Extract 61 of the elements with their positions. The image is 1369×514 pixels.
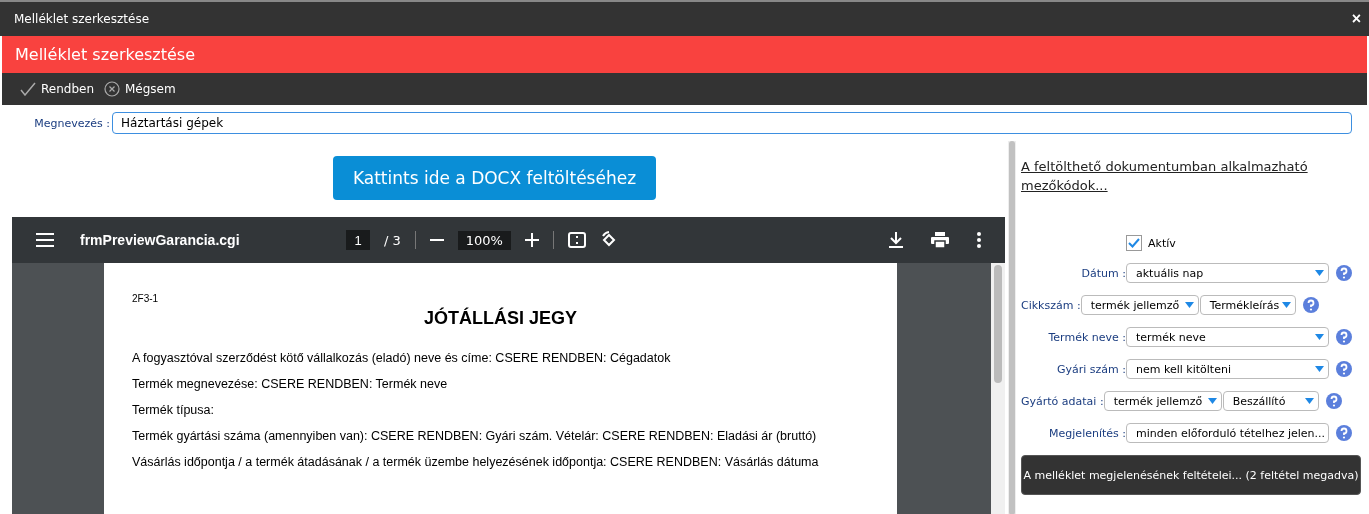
scrollbar-thumb[interactable] [1009,141,1015,514]
dropdown-arrow-icon [1315,334,1324,340]
file-name: frmPreviewGarancia.cgi [80,232,241,248]
conditions-button[interactable]: A melléklet megjelenésének feltételei... (2 feltétel megadva) [1021,455,1361,495]
document-line: Termék típusa: [132,403,215,417]
close-button[interactable]: × [1351,10,1361,28]
download-icon[interactable] [889,232,903,248]
help-icon[interactable] [1336,361,1352,377]
dropdown-arrow-icon [1315,270,1324,276]
menu-icon[interactable] [36,233,54,247]
dropdown[interactable]: Termékleírás [1199,295,1296,315]
checkbox-label: Aktív [1148,236,1176,250]
field-label: Megnevezés : [33,116,110,130]
dropdown[interactable]: Beszállító [1222,391,1319,411]
dropdown-arrow-icon [1315,366,1324,372]
ok-button[interactable]: Rendben [20,82,94,96]
page-title: Melléklet szerkesztése [15,45,196,64]
cancel-icon [104,81,120,97]
dropdown[interactable]: termék jellemző [1080,295,1199,315]
zoom-level[interactable]: 100% [457,230,511,250]
dropdown[interactable]: termék jellemző [1103,391,1222,411]
more-icon[interactable] [977,232,981,248]
help-icon[interactable] [1336,265,1352,281]
dropdown-arrow-icon [1184,302,1194,308]
dropdown[interactable]: minden előforduló tételhez jelen... [1126,423,1329,443]
dropdown[interactable]: aktuális nap [1126,263,1329,283]
field-label: Termék neve : [1047,330,1126,344]
field-label: Gyári szám : [1056,362,1126,376]
document-line: Termék gyártási száma (amennyiben van): CSERE RENDBEN: Gyári szám. Vételár: CSERE RENDBEN: Eladási ár (bruttó) [132,429,818,443]
document-line: A fogyasztóval szerződést kötő vállalkozás (eladó) neve és címe: CSERE RENDBEN: Cégadatok [132,351,672,365]
rotate-icon[interactable] [599,231,618,249]
fit-page-icon[interactable] [567,232,586,248]
dropdown-arrow-icon [1281,302,1291,308]
document-code: 2F3-1 [132,293,160,304]
document-line: Termék megnevezése: CSERE RENDBEN: Termék neve [132,377,449,391]
active-checkbox[interactable] [1126,235,1142,251]
document-line: Vásárlás időpontja / a termék átadásának / a termék üzembe helyezésének időpontja: CSERE RENDBEN: Vásárlás dátuma [132,455,820,469]
dropdown-arrow-icon [1207,398,1217,404]
scrollbar-thumb[interactable] [994,265,1002,383]
dropdown[interactable]: nem kell kitölteni [1126,359,1329,379]
print-icon[interactable] [931,232,949,248]
field-label: Megjelenítés : [1048,426,1126,440]
field-label: Dátum : [1080,266,1126,280]
field-label: Cikkszám : [1021,298,1081,312]
dropdown[interactable]: termék neve [1126,327,1329,347]
field-label: Gyártó adatai : [1021,394,1104,408]
cancel-button[interactable]: Mégsem [104,81,176,97]
help-icon[interactable] [1325,393,1342,409]
help-icon[interactable] [1336,425,1352,441]
document-title: JÓTÁLLÁSI JEGY [424,308,577,329]
upload-button[interactable]: Kattints ide a DOCX feltöltéséhez [332,156,657,200]
name-field[interactable]: Háztartási gépek [112,112,1352,134]
dropdown-arrow-icon [1304,398,1314,404]
check-icon [20,82,36,96]
page-number-field[interactable]: 1 [346,230,370,250]
window-title: Melléklet szerkesztése [14,12,150,26]
help-icon[interactable] [1336,329,1352,345]
page-count: / 3 [384,232,401,248]
zoom-in-icon[interactable] [524,233,539,247]
field-codes-link[interactable]: A feltölthető dokumentumban alkalmazható mezőkódok... [1021,157,1321,195]
help-icon[interactable] [1302,297,1319,313]
